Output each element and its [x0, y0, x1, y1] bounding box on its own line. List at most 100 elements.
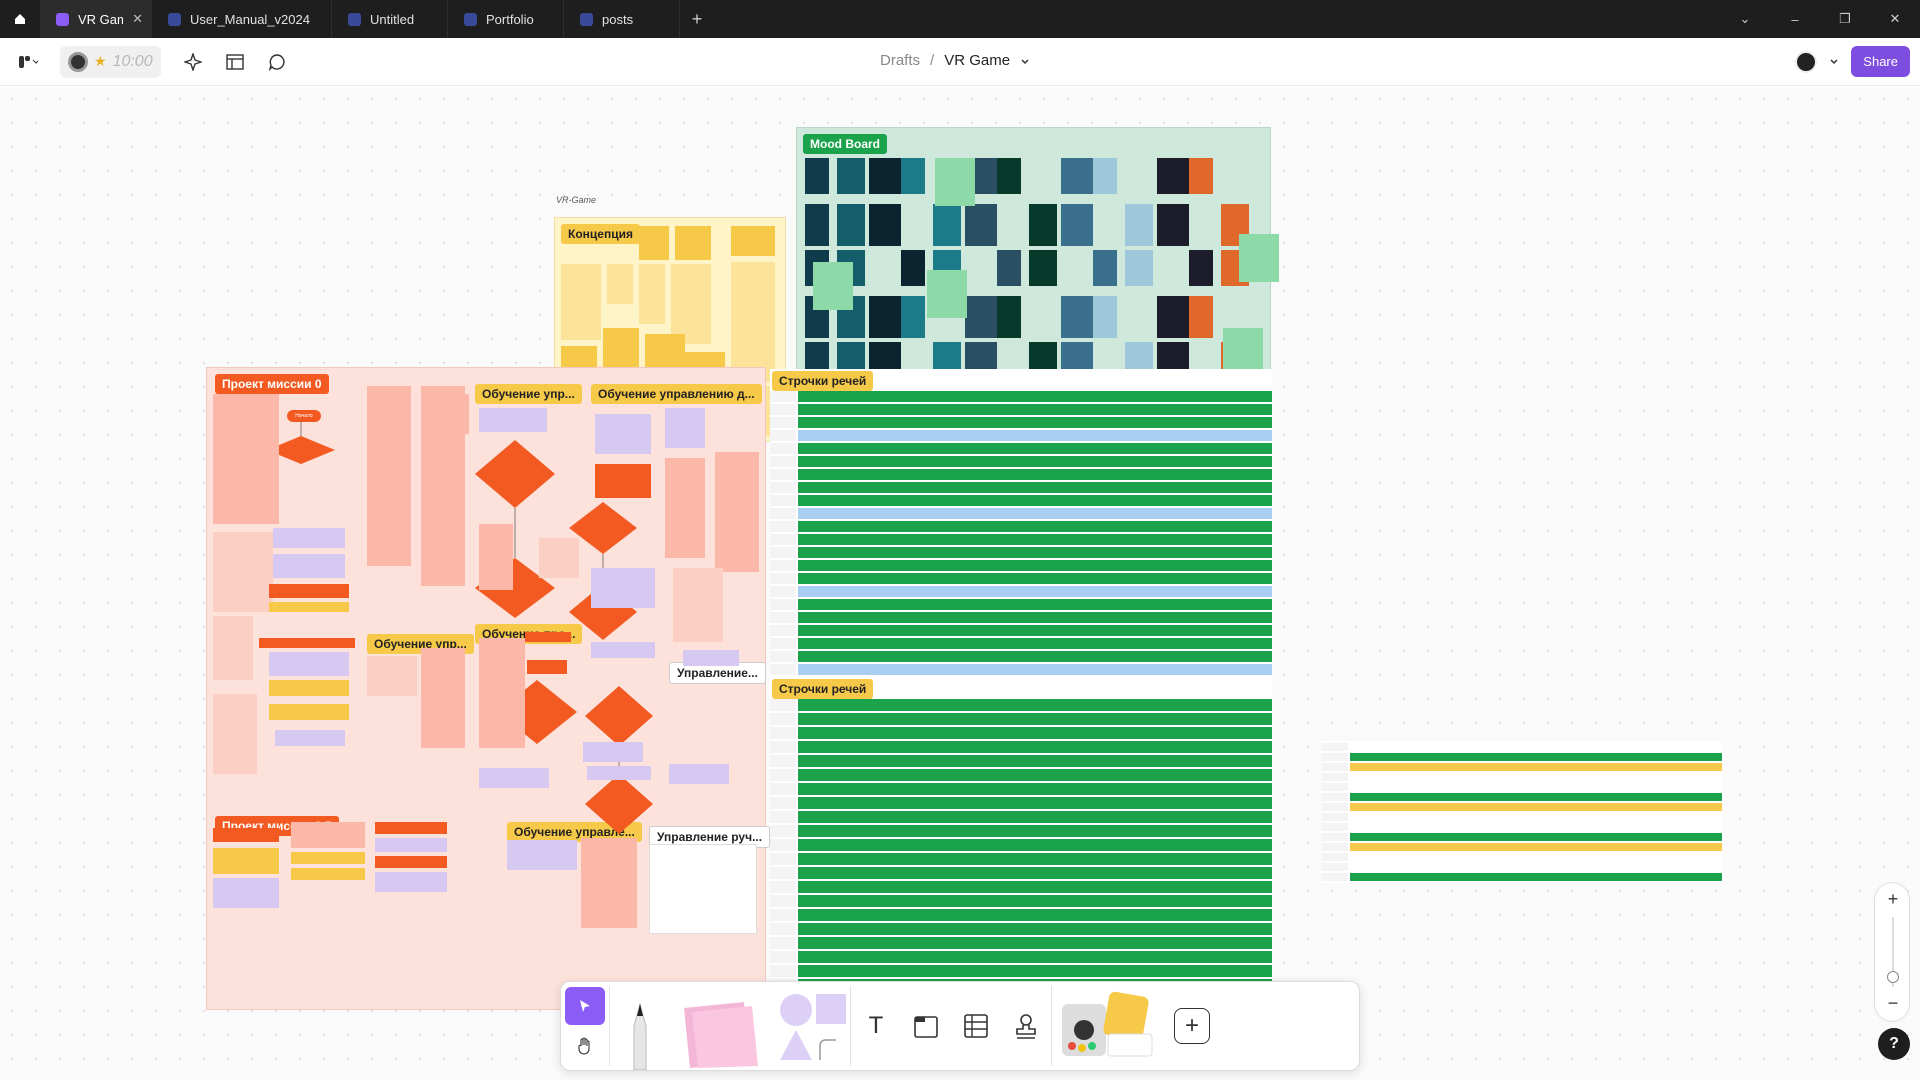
- table-row[interactable]: [798, 521, 1272, 533]
- sticky-note[interactable]: [259, 638, 355, 648]
- layout-button[interactable]: [219, 46, 251, 78]
- sticky-note[interactable]: [527, 660, 567, 674]
- table-row[interactable]: [798, 391, 1272, 403]
- sticky-note[interactable]: [583, 742, 643, 762]
- table-row[interactable]: [798, 909, 1272, 922]
- table-row[interactable]: [1350, 833, 1722, 842]
- sticky-note[interactable]: [479, 524, 513, 590]
- text-tool[interactable]: T: [851, 982, 901, 1070]
- table-row[interactable]: [798, 699, 1272, 712]
- table-row[interactable]: [798, 651, 1272, 663]
- sticky-note[interactable]: [665, 458, 705, 558]
- zoom-slider-handle[interactable]: [1887, 971, 1899, 983]
- sticky-note[interactable]: [639, 226, 669, 260]
- mood-image[interactable]: [997, 296, 1021, 338]
- mood-image[interactable]: [1125, 250, 1153, 286]
- sticky-note[interactable]: [479, 408, 547, 432]
- sticky-note[interactable]: [591, 568, 655, 608]
- sticky-note[interactable]: [375, 856, 447, 868]
- sticky-note[interactable]: [213, 848, 279, 874]
- mood-image[interactable]: [901, 250, 925, 286]
- sticky-note[interactable]: [595, 464, 651, 498]
- section-tool[interactable]: [901, 982, 951, 1070]
- chevron-down-icon[interactable]: [1829, 57, 1839, 67]
- table-row[interactable]: [798, 811, 1272, 824]
- table-row[interactable]: [1350, 803, 1722, 812]
- table-row[interactable]: [1350, 763, 1722, 772]
- mood-image[interactable]: [869, 296, 901, 338]
- chevron-down-icon[interactable]: [1020, 57, 1030, 67]
- mood-image[interactable]: [1061, 158, 1093, 194]
- table-row[interactable]: [798, 573, 1272, 585]
- shapes-tool[interactable]: [770, 982, 850, 1070]
- sticky-note[interactable]: [665, 408, 705, 448]
- sticky-note[interactable]: [479, 768, 549, 788]
- mood-image[interactable]: [869, 204, 901, 246]
- table-row[interactable]: [798, 797, 1272, 810]
- help-button[interactable]: ?: [1878, 1028, 1910, 1060]
- mood-image[interactable]: [1189, 250, 1213, 286]
- comparison-table[interactable]: [1322, 741, 1722, 883]
- mood-image[interactable]: [965, 204, 997, 246]
- mood-image[interactable]: [1093, 250, 1117, 286]
- mood-image[interactable]: [805, 158, 829, 194]
- widgets-tool[interactable]: [1052, 982, 1162, 1070]
- sticky-note-tool[interactable]: [670, 982, 770, 1070]
- training-flow-section[interactable]: Проект миссии 0 Обучение упр... Обучение…: [206, 367, 771, 1010]
- sticky-note[interactable]: [731, 262, 775, 382]
- mood-image[interactable]: [1125, 204, 1153, 246]
- table-row[interactable]: [1350, 743, 1722, 752]
- table-row[interactable]: [798, 965, 1272, 978]
- mood-image[interactable]: [901, 296, 925, 338]
- sticky-note[interactable]: [683, 650, 739, 666]
- table-row[interactable]: [798, 547, 1272, 559]
- table-row[interactable]: [798, 867, 1272, 880]
- sticky-note[interactable]: [367, 386, 411, 566]
- tab-portfolio[interactable]: Portfolio: [448, 0, 564, 38]
- breadcrumb-drafts[interactable]: Drafts: [880, 52, 920, 69]
- table-row[interactable]: [798, 853, 1272, 866]
- sticky-note[interactable]: [213, 616, 253, 680]
- sticky-note[interactable]: [607, 264, 633, 304]
- sticky-note[interactable]: [525, 632, 571, 642]
- mood-image[interactable]: [1093, 296, 1117, 338]
- speech-lines-section[interactable]: Строчки речей: [770, 369, 1272, 729]
- table-row[interactable]: [798, 508, 1272, 520]
- tab-posts[interactable]: posts: [564, 0, 680, 38]
- ai-button[interactable]: [177, 46, 209, 78]
- sticky-note[interactable]: [375, 838, 447, 852]
- table-row[interactable]: [798, 495, 1272, 507]
- table-row[interactable]: [1350, 783, 1722, 792]
- sticky-note[interactable]: [669, 764, 729, 784]
- sticky-note[interactable]: [715, 452, 759, 572]
- sticky-note[interactable]: [213, 694, 257, 774]
- sticky-note[interactable]: [269, 704, 349, 720]
- table-row[interactable]: [1350, 853, 1722, 862]
- tabs-dropdown-icon[interactable]: ⌄: [1720, 0, 1770, 38]
- sticky-note[interactable]: [269, 680, 349, 696]
- sticky-note[interactable]: [269, 602, 349, 612]
- mood-image[interactable]: [901, 158, 925, 194]
- sticky-note[interactable]: [581, 838, 637, 928]
- restore-icon[interactable]: ❐: [1820, 0, 1870, 38]
- table-row[interactable]: [798, 443, 1272, 455]
- new-tab-button[interactable]: +: [680, 0, 714, 38]
- mood-image[interactable]: [805, 204, 829, 246]
- table-row[interactable]: [798, 534, 1272, 546]
- mood-image[interactable]: [1029, 250, 1057, 286]
- sticky-note[interactable]: [927, 270, 967, 318]
- mood-image[interactable]: [997, 250, 1021, 286]
- mood-image[interactable]: [1157, 296, 1189, 338]
- mood-image[interactable]: [837, 158, 865, 194]
- sticky-note[interactable]: [421, 648, 465, 748]
- sticky-note[interactable]: [425, 394, 469, 434]
- table-row[interactable]: [1350, 863, 1722, 872]
- sticky-note[interactable]: [595, 414, 651, 454]
- table-row[interactable]: [798, 599, 1272, 611]
- table-row[interactable]: [1350, 773, 1722, 782]
- tab-vr-game[interactable]: VR Game ✕: [40, 0, 152, 38]
- table-row[interactable]: [798, 482, 1272, 494]
- sticky-note[interactable]: [591, 642, 655, 658]
- sticky-note[interactable]: [273, 554, 345, 578]
- sticky-note[interactable]: [673, 568, 723, 642]
